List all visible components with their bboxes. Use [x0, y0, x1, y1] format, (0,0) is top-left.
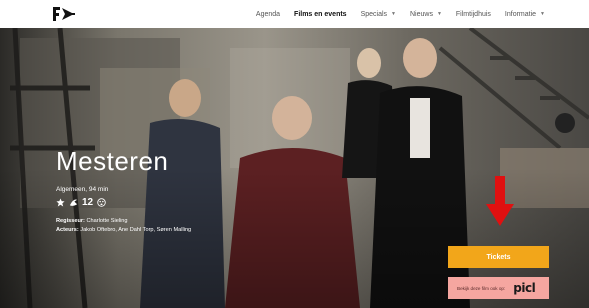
age-rating: 12: [82, 197, 94, 208]
nav-item-films-en-events[interactable]: Films en events: [294, 11, 347, 18]
pickl-logo: picl: [513, 281, 536, 295]
actors-names: Jakob Oftebro, Ane Dahl Torp, Søren Mall…: [80, 227, 192, 233]
actors-label: Acteurs:: [56, 227, 79, 233]
nav-item-informatie[interactable]: Informatie ▼: [505, 11, 545, 18]
fear-icon: [97, 198, 106, 207]
pickl-text: Bekijk deze film ook op:: [457, 285, 506, 291]
chevron-down-icon: ▼: [540, 11, 545, 17]
film-meta: Algemeen, 94 min: [56, 186, 109, 193]
film-academy-logo[interactable]: [52, 6, 76, 22]
nav-item-specials[interactable]: Specials ▼: [361, 11, 396, 18]
nav-label: Films en events: [294, 10, 347, 18]
chevron-down-icon: ▼: [391, 11, 396, 17]
rating-icons: 12: [56, 197, 106, 208]
violence-icon: [56, 198, 65, 207]
film-hero: Mesteren Algemeen, 94 min 12 Regisseur: …: [0, 28, 589, 308]
director-credit: Regisseur: Charlotte Sieling: [56, 218, 128, 224]
film-title: Mesteren: [56, 146, 169, 176]
nav-label: Specials: [360, 10, 388, 18]
coarse-language-icon: [69, 199, 78, 206]
nav-label: Informatie: [504, 10, 537, 18]
director-name: Charlotte Sieling: [86, 218, 128, 224]
nav-item-filmtijdhuis[interactable]: Filmtijdhuis: [456, 11, 491, 18]
tickets-button[interactable]: Tickets: [448, 246, 549, 268]
main-nav: Agenda Films en events Specials ▼ Nieuws ▼…: [242, 0, 545, 28]
actors-credit: Acteurs: Jakob Oftebro, Ane Dahl Torp, S…: [56, 227, 191, 233]
nav-label: Agenda: [255, 10, 281, 18]
pickl-button[interactable]: Bekijk deze film ook op: picl: [448, 277, 549, 299]
top-navigation-bar: Agenda Films en events Specials ▼ Nieuws ▼…: [0, 0, 589, 28]
chevron-down-icon: ▼: [436, 11, 442, 17]
nav-item-nieuws[interactable]: Nieuws ▼: [410, 11, 442, 18]
arrow-down-icon: [486, 176, 514, 226]
director-label: Regisseur:: [56, 218, 85, 224]
nav-item-agenda[interactable]: Agenda: [256, 11, 280, 18]
nav-label: Filmtijdhuis: [455, 10, 491, 18]
nav-label: Nieuws: [410, 10, 433, 18]
